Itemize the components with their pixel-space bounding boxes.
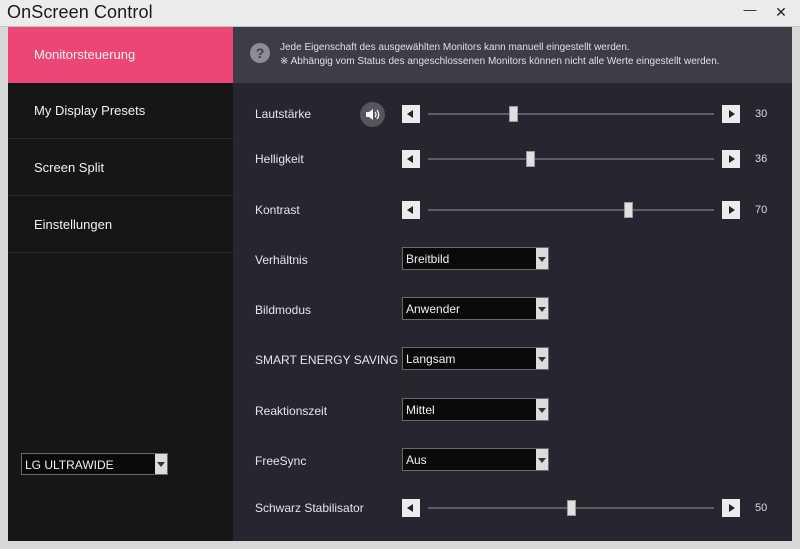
brightness-increase-button[interactable] — [722, 150, 740, 168]
brightness-label: Helligkeit — [255, 152, 304, 166]
sidebar-item-monitorsteuerung[interactable]: Monitorsteuerung — [8, 27, 233, 83]
chevron-down-icon[interactable] — [536, 248, 548, 269]
sidebar-item-label: My Display Presets — [34, 103, 146, 118]
sidebar-item-display-presets[interactable]: My Display Presets — [8, 83, 233, 139]
black-stabilizer-slider[interactable] — [402, 499, 740, 517]
volume-decrease-button[interactable] — [402, 105, 420, 123]
response-time-select[interactable]: Mittel — [402, 398, 549, 421]
minimize-button[interactable]: — — [742, 3, 758, 20]
brightness-decrease-button[interactable] — [402, 150, 420, 168]
smart-energy-select[interactable]: Langsam — [402, 347, 549, 370]
volume-value: 30 — [755, 108, 768, 120]
sidebar-item-label: Screen Split — [34, 160, 105, 175]
black-stabilizer-value: 50 — [755, 502, 768, 514]
monitor-select-value: LG ULTRAWIDE — [25, 458, 114, 472]
ratio-select-value: Breitbild — [406, 252, 450, 266]
freesync-select-value: Aus — [406, 453, 427, 467]
close-button[interactable]: ✕ — [773, 4, 789, 20]
chevron-down-icon[interactable] — [536, 449, 548, 470]
black-stabilizer-label: Schwarz Stabilisator — [255, 501, 364, 515]
slider-track — [428, 209, 714, 211]
black-stabilizer-decrease-button[interactable] — [402, 499, 420, 517]
freesync-select[interactable]: Aus — [402, 448, 549, 471]
volume-increase-button[interactable] — [722, 105, 740, 123]
contrast-slider-thumb[interactable] — [623, 202, 633, 218]
response-time-label: Reaktionszeit — [255, 404, 328, 418]
brightness-slider[interactable] — [402, 150, 740, 168]
slider-track — [428, 113, 714, 115]
slider-track — [428, 158, 714, 160]
chevron-down-icon[interactable] — [536, 399, 548, 420]
smart-energy-select-value: Langsam — [406, 352, 456, 366]
response-time-select-value: Mittel — [406, 403, 435, 417]
chevron-down-icon[interactable] — [536, 298, 548, 319]
chevron-down-icon[interactable] — [155, 454, 167, 474]
main-panel: ? Jede Eigenschaft des ausgewählten Moni… — [233, 27, 792, 541]
info-bar: ? Jede Eigenschaft des ausgewählten Moni… — [233, 27, 792, 83]
monitor-select[interactable]: LG ULTRAWIDE — [21, 453, 168, 475]
contrast-slider[interactable] — [402, 201, 740, 219]
picture-mode-select-value: Anwender — [406, 302, 461, 316]
help-icon: ? — [250, 43, 270, 63]
volume-slider[interactable] — [402, 105, 740, 123]
ratio-select[interactable]: Breitbild — [402, 247, 549, 270]
sidebar-item-label: Einstellungen — [34, 217, 113, 232]
contrast-value: 70 — [755, 204, 768, 216]
picture-mode-label: Bildmodus — [255, 303, 312, 317]
volume-label: Lautstärke — [255, 107, 312, 121]
brightness-slider-thumb[interactable] — [526, 151, 536, 167]
ratio-label: Verhältnis — [255, 253, 308, 267]
info-text: Jede Eigenschaft des ausgewählten Monito… — [280, 42, 630, 53]
volume-slider-thumb[interactable] — [509, 106, 519, 122]
sidebar: Monitorsteuerung My Display Presets Scre… — [8, 27, 233, 541]
window-title: OnScreen Control — [7, 2, 153, 22]
contrast-label: Kontrast — [255, 203, 300, 217]
chevron-down-icon[interactable] — [536, 348, 548, 369]
sidebar-item-screen-split[interactable]: Screen Split — [8, 140, 233, 196]
speaker-icon[interactable] — [360, 102, 385, 127]
sidebar-item-einstellungen[interactable]: Einstellungen — [8, 197, 233, 253]
black-stabilizer-increase-button[interactable] — [722, 499, 740, 517]
freesync-label: FreeSync — [255, 454, 307, 468]
brightness-value: 36 — [755, 153, 768, 165]
picture-mode-select[interactable]: Anwender — [402, 297, 549, 320]
contrast-increase-button[interactable] — [722, 201, 740, 219]
contrast-decrease-button[interactable] — [402, 201, 420, 219]
sidebar-item-label: Monitorsteuerung — [34, 47, 136, 62]
smart-energy-label: SMART ENERGY SAVING — [255, 353, 399, 367]
info-note: ※ Abhängig vom Status des angeschlossene… — [280, 56, 720, 67]
title-bar: OnScreen Control — ✕ — [0, 0, 800, 27]
black-stabilizer-slider-thumb[interactable] — [566, 500, 576, 516]
